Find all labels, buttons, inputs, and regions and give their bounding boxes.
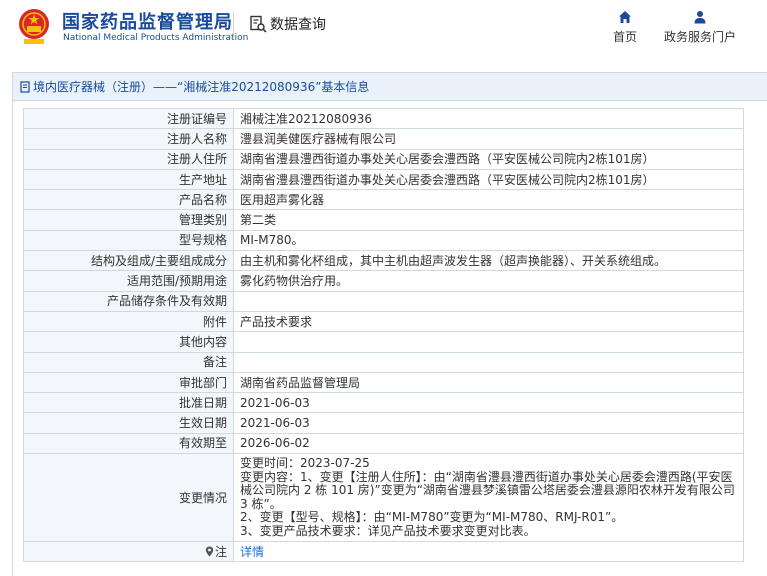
table-row: 生效日期 2021-06-03 bbox=[23, 412, 744, 434]
nav-portal-label: 政务服务门户 bbox=[663, 30, 736, 44]
field-label: 产品名称 bbox=[23, 189, 234, 211]
field-label: 生产地址 bbox=[23, 168, 234, 191]
nav-home-label: 首页 bbox=[612, 30, 637, 44]
field-label: 适用范围/预期用途 bbox=[23, 270, 234, 292]
field-value: 雾化药物供治疗用。 bbox=[233, 270, 744, 292]
table-row: 其他内容 bbox=[23, 331, 744, 353]
data-query-link[interactable]: 数据查询 bbox=[249, 14, 326, 34]
field-label: 其他内容 bbox=[23, 331, 234, 353]
site-title-cn[interactable]: 国家药品监督管理局 bbox=[62, 8, 233, 34]
field-label: 生效日期 bbox=[23, 412, 234, 434]
field-value: 湘械注准20212080936 bbox=[233, 107, 744, 130]
field-label: 产品储存条件及有效期 bbox=[23, 290, 234, 312]
national-emblem-icon bbox=[19, 9, 49, 44]
table-row: 产品名称 医用超声雾化器 bbox=[23, 189, 744, 211]
site-title-en: National Medical Products Administration bbox=[63, 33, 249, 43]
user-icon bbox=[694, 11, 706, 24]
field-label: 管理类别 bbox=[23, 209, 234, 231]
field-label: 注册人住所 bbox=[23, 148, 234, 170]
field-value: MI-M780。 bbox=[233, 229, 744, 252]
field-label: 批准日期 bbox=[23, 392, 234, 414]
change-line: 2、变更【型号、规格】：由“MI-M780”变更为“MI-M780、RMJ-R0… bbox=[240, 510, 624, 525]
registration-info-table: 注册证编号 湘械注准20212080936 注册人名称 澧县润美健医疗器械有限公司 注册… bbox=[23, 107, 744, 563]
table-row: 备注 bbox=[23, 351, 744, 373]
table-row: 批准日期 2021-06-03 bbox=[23, 392, 744, 414]
table-row: 有效期至 2026-06-02 bbox=[23, 432, 744, 455]
search-document-icon bbox=[250, 15, 267, 33]
field-value bbox=[233, 351, 744, 373]
field-value: 2026-06-02 bbox=[233, 432, 744, 455]
table-row: 注册人住所 湖南省澧县澧西街道办事处关心居委会澧西路（平安医械公司院内2栋101房… bbox=[23, 148, 744, 170]
field-label: 注 bbox=[23, 541, 234, 563]
header-divider bbox=[233, 12, 234, 38]
table-row: 审批部门 湖南省药品监督管理局 bbox=[23, 371, 744, 394]
table-row-change: 变更情况 变更时间：2023-07-25 变更内容：1、变更【注册人住所】：由“湖南… bbox=[23, 453, 744, 543]
nav-service-portal[interactable]: 政务服务门户 bbox=[660, 10, 740, 45]
note-label: 注 bbox=[214, 544, 227, 559]
table-row: 注册人名称 澧县润美健医疗器械有限公司 bbox=[23, 128, 744, 150]
field-label: 有效期至 bbox=[23, 432, 234, 455]
field-value: 2021-06-03 bbox=[233, 392, 744, 414]
field-value: 湖南省澧县澧西街道办事处关心居委会澧西路（平安医械公司院内2栋101房） bbox=[233, 168, 744, 191]
document-icon bbox=[20, 80, 30, 93]
table-row: 管理类别 第二类 bbox=[23, 209, 744, 231]
field-label: 审批部门 bbox=[23, 371, 234, 394]
field-label: 备注 bbox=[23, 351, 234, 373]
field-value: 医用超声雾化器 bbox=[233, 189, 744, 211]
panel-title-text: 境内医疗器械（注册）——“湘械注准20212080936”基本信息 bbox=[33, 80, 370, 94]
field-label: 附件 bbox=[23, 310, 234, 333]
field-value: 2021-06-03 bbox=[233, 412, 744, 434]
table-row: 注册证编号 湘械注准20212080936 bbox=[23, 107, 744, 130]
table-row: 附件 产品技术要求 bbox=[23, 310, 744, 333]
table-row: 结构及组成/主要组成成分 由主机和雾化杯组成，其中主机由超声波发生器（超声换能器）… bbox=[23, 250, 744, 272]
field-value bbox=[233, 331, 744, 353]
field-value bbox=[233, 290, 744, 312]
field-value: 由主机和雾化杯组成，其中主机由超声波发生器（超声换能器）、开关系统组成。 bbox=[233, 250, 744, 272]
pin-icon bbox=[205, 546, 214, 557]
field-value: 湖南省药品监督管理局 bbox=[233, 371, 744, 394]
details-link[interactable]: 详情 bbox=[240, 545, 264, 559]
field-value: 湖南省澧县澧西街道办事处关心居委会澧西路（平安医械公司院内2栋101房） bbox=[233, 148, 744, 170]
note-value: 详情 bbox=[233, 541, 744, 563]
site-header: 国家药品监督管理局 National Medical Products Admi… bbox=[0, 0, 767, 58]
field-label: 注册证编号 bbox=[23, 107, 234, 130]
change-line: 变更内容：1、变更【注册人住所】：由“湖南省澧县澧西街道办事处关心居委会澧西路(… bbox=[240, 469, 735, 511]
field-label: 变更情况 bbox=[23, 453, 234, 543]
field-label: 型号规格 bbox=[23, 229, 234, 252]
table-row: 适用范围/预期用途 雾化药物供治疗用。 bbox=[23, 270, 744, 292]
nav-home[interactable]: 首页 bbox=[585, 10, 665, 45]
field-label: 结构及组成/主要组成成分 bbox=[23, 250, 234, 272]
change-line: 变更时间：2023-07-25 bbox=[240, 456, 370, 471]
table-row-note: 注详情 bbox=[23, 541, 744, 563]
detail-panel: 境内医疗器械（注册）——“湘械注准20212080936”基本信息 注册证编号湘… bbox=[12, 72, 767, 576]
field-value: 产品技术要求 bbox=[233, 310, 744, 333]
panel-title: 境内医疗器械（注册）——“湘械注准20212080936”基本信息 bbox=[13, 73, 767, 101]
data-query-label: 数据查询 bbox=[270, 17, 326, 33]
change-details: 变更时间：2023-07-25 变更内容：1、变更【注册人住所】：由“湖南省澧县澧… bbox=[233, 453, 744, 543]
table-row: 生产地址 湖南省澧县澧西街道办事处关心居委会澧西路（平安医械公司院内2栋101房） bbox=[23, 168, 744, 191]
table-row: 产品储存条件及有效期 bbox=[23, 290, 744, 312]
home-icon bbox=[619, 11, 631, 23]
table-row: 型号规格 MI-M780。 bbox=[23, 229, 744, 252]
field-label: 注册人名称 bbox=[23, 128, 234, 150]
change-line: 3、变更产品技术要求：详见产品技术要求变更对比表。 bbox=[240, 523, 536, 538]
field-value: 第二类 bbox=[233, 209, 744, 231]
field-value: 澧县润美健医疗器械有限公司 bbox=[233, 128, 744, 150]
